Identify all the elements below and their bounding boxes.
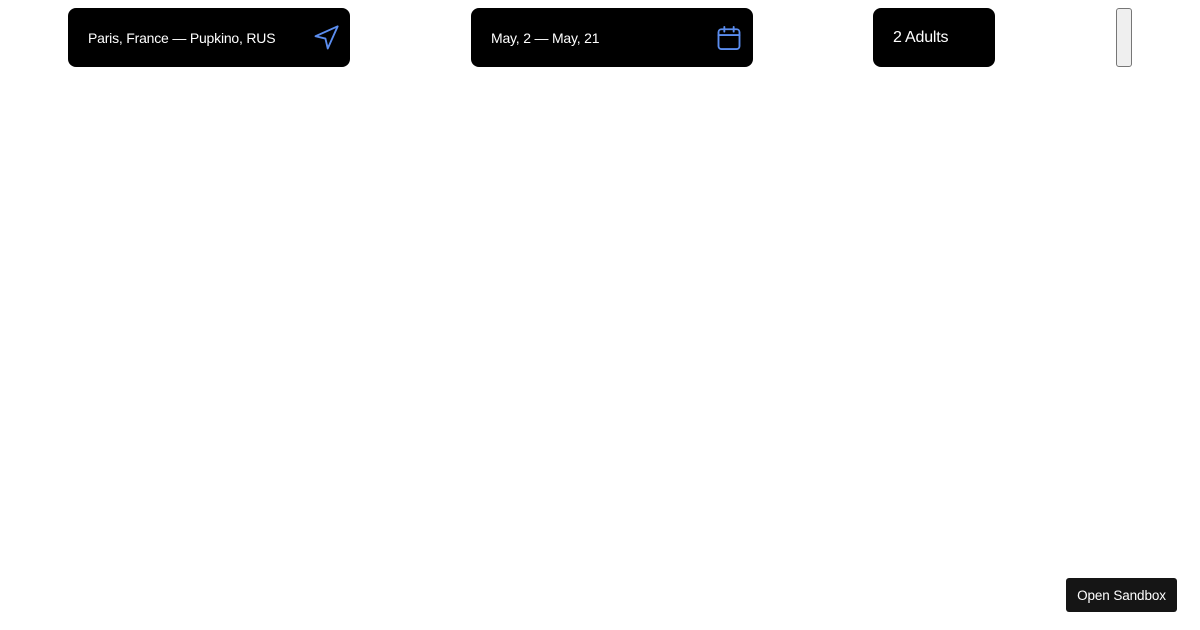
guests-field[interactable]: 2 Adults bbox=[873, 8, 995, 67]
navigation-arrow-icon[interactable] bbox=[312, 24, 340, 52]
dates-field[interactable]: May, 2 — May, 21 bbox=[471, 8, 753, 67]
open-sandbox-button[interactable]: Open Sandbox bbox=[1066, 578, 1177, 612]
route-value: Paris, France — Pupkino, RUS bbox=[88, 29, 276, 46]
search-button[interactable] bbox=[1116, 8, 1132, 67]
guests-value: 2 Adults bbox=[893, 28, 949, 46]
dates-value: May, 2 — May, 21 bbox=[491, 29, 600, 46]
calendar-icon[interactable] bbox=[715, 24, 743, 52]
route-field[interactable]: Paris, France — Pupkino, RUS bbox=[68, 8, 350, 67]
page: Paris, France — Pupkino, RUS May, 2 — Ma… bbox=[0, 0, 1200, 630]
